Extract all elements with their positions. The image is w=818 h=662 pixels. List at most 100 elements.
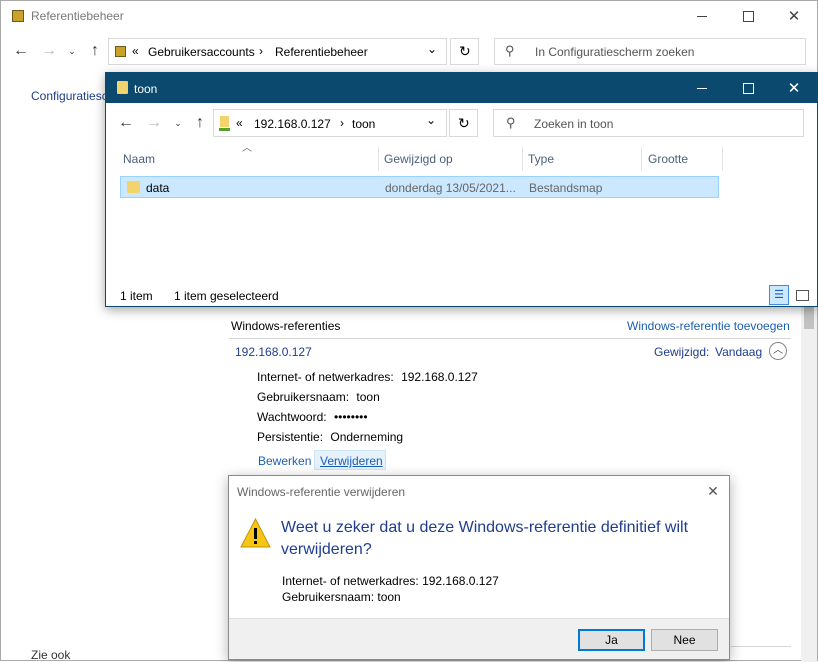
column-header-label: Naam [123, 152, 156, 166]
status-item-count: 1 item [120, 289, 153, 303]
vertical-scrollbar[interactable] [801, 301, 817, 662]
arrow-right-icon: → [41, 42, 57, 59]
address-dropdown-icon[interactable]: ⌄ [427, 42, 437, 56]
explorer-search[interactable]: ⚲ Zoeken in toon [493, 109, 804, 137]
breadcrumb-overflow[interactable]: « [132, 44, 139, 58]
refresh-icon: ↻ [459, 43, 471, 59]
details-view-icon: ☰ [774, 288, 784, 301]
column-header-type[interactable]: Type [523, 145, 641, 171]
network-folder-icon [220, 116, 229, 127]
column-divider [722, 147, 723, 171]
column-header-label: Type [528, 152, 555, 166]
explorer-close-button[interactable]: ✕ [771, 73, 817, 103]
explorer-minimize-button[interactable] [679, 73, 725, 103]
column-header-name[interactable]: Naam [118, 145, 378, 171]
details-view-button[interactable]: ☰ [769, 285, 789, 305]
file-modified: donderdag 13/05/2021... [385, 181, 516, 195]
explorer-window: toon ✕ ← → ⌄ ↑ « 192.168.0.127 › toon ⌄ … [105, 72, 818, 307]
main-title-bar: Referentiebeheer ✕ [1, 1, 817, 31]
field-value: Onderneming [330, 430, 404, 444]
back-button[interactable]: ← [11, 41, 31, 61]
dialog-question: Weet u zeker dat u deze Windows-referent… [281, 519, 689, 558]
address-bar[interactable]: « Gebruikersaccounts › Referentiebeheer … [108, 38, 447, 65]
forward-button[interactable]: → [39, 41, 59, 61]
control-panel-app-icon [12, 10, 24, 22]
maximize-button[interactable] [725, 1, 771, 31]
main-window-title: Referentiebeheer [31, 9, 124, 23]
column-header-label: Grootte [648, 152, 689, 166]
breadcrumb-item-referentiebeheer[interactable]: Referentiebeheer [275, 45, 368, 59]
breadcrumb-separator-icon: › [340, 116, 344, 130]
search-placeholder: Zoeken in toon [534, 117, 614, 131]
field-label: Persistentie: [257, 430, 324, 444]
breadcrumb-item-gebruikersaccounts[interactable]: Gebruikersaccounts [148, 45, 255, 59]
arrow-left-icon: ← [13, 42, 29, 59]
credential-field-password: Wachtwoord: •••••••• [257, 410, 368, 424]
explorer-refresh-button[interactable]: ↻ [449, 109, 478, 137]
close-icon: ✕ [787, 8, 801, 25]
explorer-maximize-button[interactable] [725, 73, 771, 103]
warning-icon [240, 517, 271, 548]
confirm-dialog: Windows-referentie verwijderen ✕ Weet u … [228, 475, 730, 660]
search-icon: ⚲ [506, 115, 516, 130]
dialog-close-button[interactable]: ✕ [699, 480, 727, 502]
explorer-title-bar: toon ✕ [106, 73, 817, 103]
minimize-icon [697, 15, 707, 17]
column-header-size[interactable]: Grootte [642, 145, 722, 171]
folder-icon [127, 181, 140, 193]
explorer-recent-locations-button[interactable]: ⌄ [171, 115, 185, 131]
add-windows-credential-link[interactable]: Windows-referentie toevoegen [627, 319, 790, 333]
control-panel-icon [115, 46, 126, 57]
large-icons-view-icon [795, 289, 809, 301]
edit-credential-link[interactable]: Bewerken [258, 454, 311, 468]
yes-button[interactable]: Ja [578, 629, 645, 651]
dialog-button-bar: Ja Nee [229, 618, 729, 659]
explorer-address-bar[interactable]: « 192.168.0.127 › toon ⌄ [213, 109, 447, 137]
close-icon: ✕ [787, 80, 801, 97]
large-icons-view-button[interactable] [792, 285, 812, 305]
chevron-up-icon: ︿ [773, 345, 783, 356]
search-icon: ⚲ [505, 43, 515, 58]
close-button[interactable]: ✕ [771, 1, 817, 31]
remove-credential-link[interactable]: Verwijderen [320, 454, 383, 468]
yes-button-label: Ja [605, 633, 618, 647]
collapse-credential-button[interactable]: ︿ [769, 342, 787, 360]
field-label: Wachtwoord: [257, 410, 327, 424]
field-value: toon [356, 390, 380, 404]
no-button-label: Nee [673, 633, 696, 647]
file-name: data [146, 181, 170, 195]
refresh-button[interactable]: ↻ [450, 38, 479, 65]
breadcrumb-item-toon[interactable]: toon [352, 117, 375, 131]
file-type: Bestandsmap [529, 181, 603, 195]
credential-field-address: Internet- of netwerkadres: 192.168.0.127 [257, 370, 478, 384]
column-header-modified[interactable]: Gewijzigd op [379, 145, 522, 171]
credential-name[interactable]: 192.168.0.127 [235, 345, 312, 359]
field-value: 192.168.0.127 [401, 370, 478, 384]
see-also-divider [731, 646, 791, 647]
section-divider [229, 338, 791, 339]
remove-credential-link-box[interactable]: Verwijderen [314, 450, 386, 470]
breadcrumb-separator-icon: › [259, 44, 263, 58]
minimize-button[interactable] [679, 1, 725, 31]
explorer-up-button[interactable]: ↑ [190, 113, 210, 133]
recent-locations-button[interactable]: ⌄ [65, 43, 79, 59]
breadcrumb-item-server[interactable]: 192.168.0.127 [254, 117, 331, 131]
address-dropdown-icon[interactable]: ⌄ [426, 113, 436, 127]
see-also-heading: Zie ook [31, 648, 71, 662]
explorer-forward-button[interactable]: → [144, 113, 164, 133]
file-row[interactable]: data donderdag 13/05/2021... Bestandsmap [120, 176, 719, 198]
chevron-down-icon: ⌄ [174, 117, 182, 128]
refresh-icon: ↻ [458, 115, 470, 131]
field-label: Internet- of netwerkadres: [257, 370, 394, 384]
field-value: •••••••• [333, 410, 368, 424]
credential-field-username: Gebruikersnaam: toon [257, 390, 380, 404]
sidebar-link-control-panel-home[interactable]: Configuratiesc [31, 89, 108, 103]
dialog-title: Windows-referentie verwijderen [237, 485, 406, 499]
no-button[interactable]: Nee [651, 629, 718, 651]
breadcrumb-overflow[interactable]: « [236, 116, 243, 130]
explorer-back-button[interactable]: ← [116, 113, 136, 133]
control-panel-search[interactable]: ⚲ In Configuratiescherm zoeken [494, 38, 806, 65]
close-icon: ✕ [707, 482, 719, 499]
status-selected-count: 1 item geselecteerd [174, 289, 279, 303]
up-button[interactable]: ↑ [85, 41, 105, 61]
